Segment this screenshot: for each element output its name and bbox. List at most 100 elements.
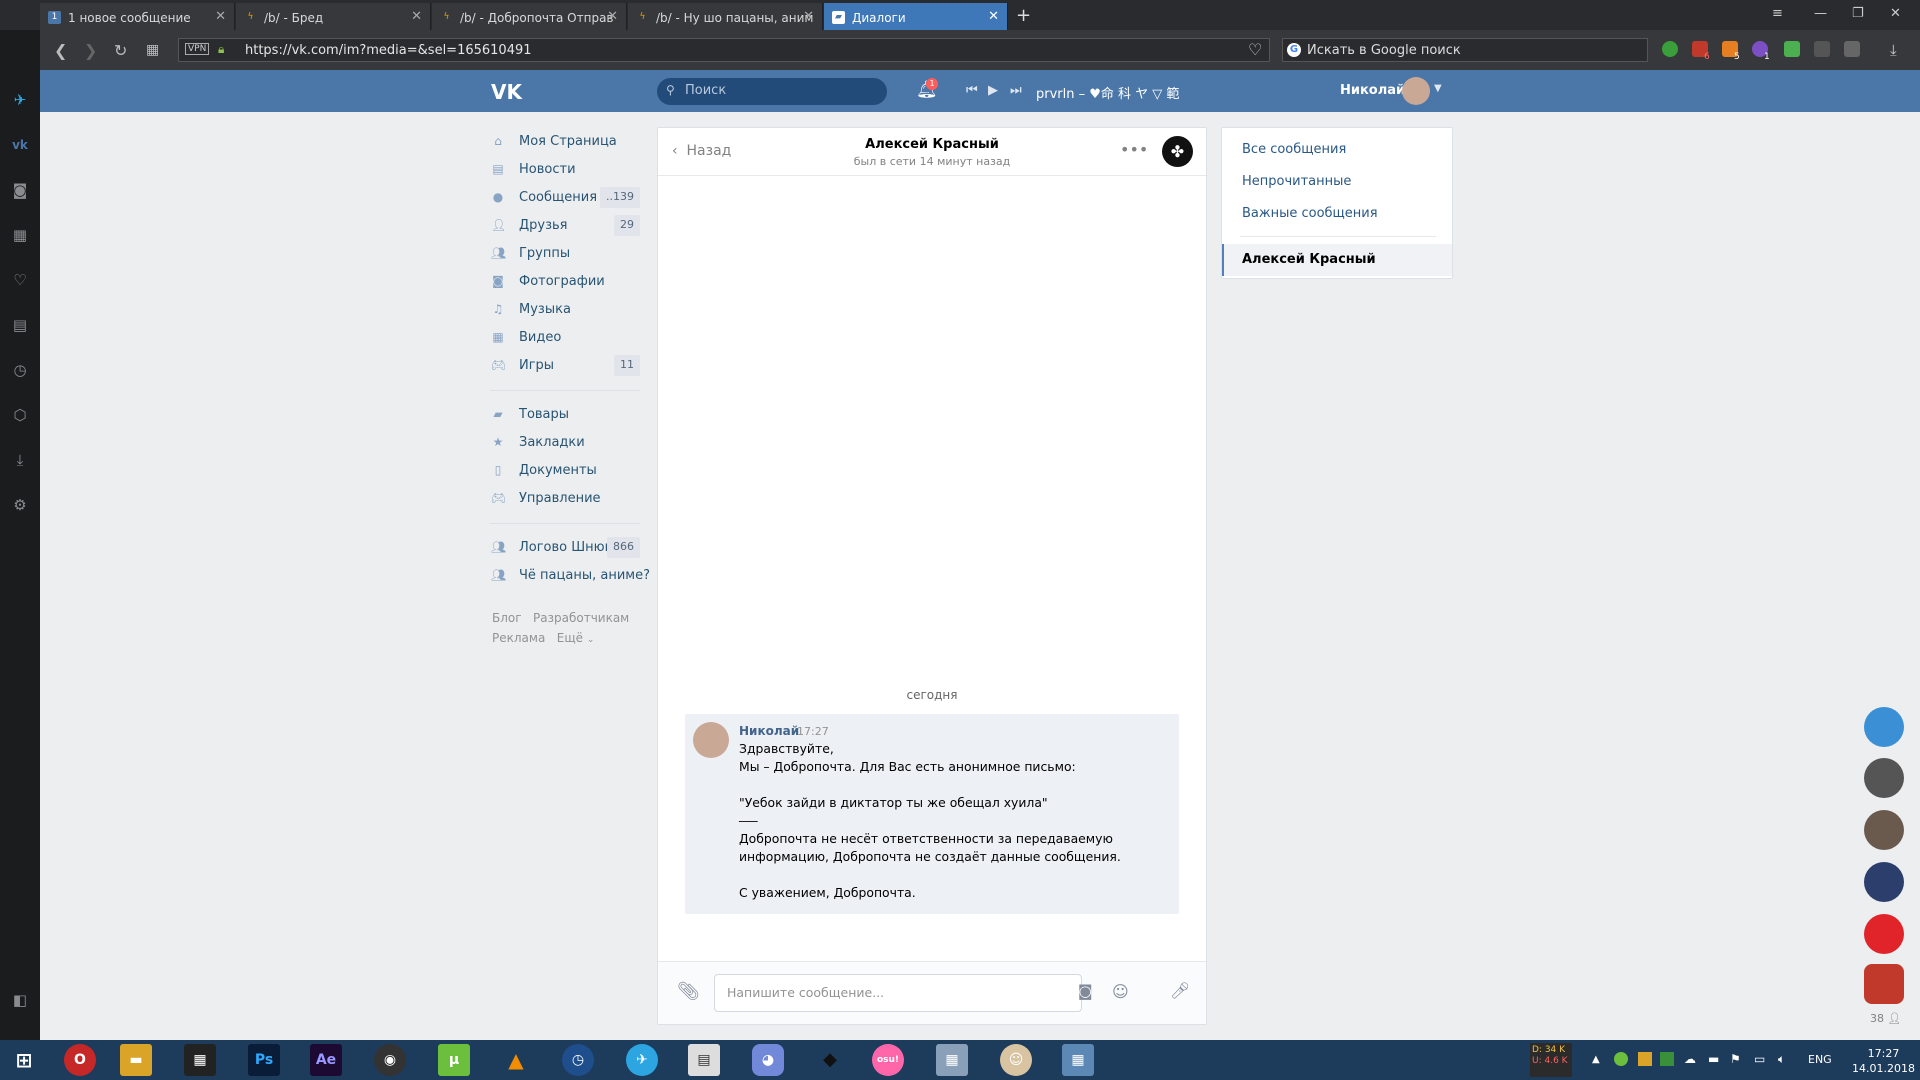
menu-item-friends[interactable]: 👤︎ Друзья 29 xyxy=(490,212,640,240)
message-avatar[interactable] xyxy=(693,722,729,758)
header-avatar[interactable] xyxy=(1402,77,1430,105)
extension-refresh-icon[interactable] xyxy=(1662,41,1678,57)
next-track-icon[interactable]: ⏭ xyxy=(1010,83,1022,98)
downloads-toolbar-icon[interactable]: ⤓ xyxy=(1890,41,1906,59)
minimize-icon[interactable]: — xyxy=(1814,6,1827,21)
footer-link-ads[interactable]: Реклама xyxy=(492,631,545,645)
browser-tab[interactable]: ϟ /b/ - Добропочта Отправ ✕ xyxy=(432,3,627,30)
tray-network-icon[interactable]: ▭ xyxy=(1754,1052,1765,1066)
footer-link-developers[interactable]: Разработчикам xyxy=(533,611,629,625)
message-item[interactable]: Николай 17:27 Здравствуйте, Мы – Добропо… xyxy=(685,714,1179,914)
play-icon[interactable]: ▶ xyxy=(988,83,998,98)
bookmark-heart-icon[interactable]: ♡ xyxy=(1248,40,1262,59)
taskbar-app-icon[interactable]: ▦ xyxy=(936,1044,968,1076)
menu-item-photos[interactable]: ◙ Фотографии xyxy=(490,268,640,296)
taskbar-app-icon[interactable]: ☺ xyxy=(1000,1044,1032,1076)
tray-app-icon[interactable] xyxy=(1638,1052,1652,1066)
browser-tab-active[interactable]: ▰ Диалоги ✕ xyxy=(824,3,1008,30)
taskbar-opera-icon[interactable]: O xyxy=(64,1044,96,1076)
reload-icon[interactable]: ↻ xyxy=(114,41,127,60)
microphone-icon[interactable]: 🎤︎ xyxy=(1170,981,1190,1000)
close-icon[interactable]: ✕ xyxy=(607,9,618,24)
tray-clock[interactable]: 17:27 14.01.2018 xyxy=(1852,1046,1915,1076)
browser-tab[interactable]: ϟ /b/ - Бред ✕ xyxy=(236,3,431,30)
tray-language[interactable]: ENG xyxy=(1808,1053,1832,1066)
tab-grid-icon[interactable]: ▦ xyxy=(146,42,159,58)
history-icon[interactable]: ◷ xyxy=(10,360,30,380)
settings-icon[interactable]: ⚙ xyxy=(10,495,30,515)
tab-menu-icon[interactable]: ≡ xyxy=(1772,6,1783,21)
active-dialog-item[interactable]: Алексей Красный xyxy=(1222,244,1452,276)
filter-unread[interactable]: Непрочитанные xyxy=(1242,174,1351,189)
taskbar-app-icon[interactable]: ◆ xyxy=(814,1044,846,1076)
vk-logo-icon[interactable]: VK xyxy=(491,80,522,104)
extension-s-icon[interactable] xyxy=(1814,41,1830,57)
message-input[interactable]: Напишите сообщение... xyxy=(714,974,1082,1012)
extensions-icon[interactable]: ⬡ xyxy=(10,405,30,425)
taskbar-clock-icon[interactable]: ◷ xyxy=(562,1044,594,1076)
taskbar-vlc-icon[interactable]: ▲ xyxy=(500,1044,532,1076)
back-icon[interactable]: ❮ xyxy=(54,41,67,60)
menu-item-community[interactable]: 👥︎ Логово Шнюка 866 xyxy=(490,534,640,562)
vk-icon[interactable]: vk xyxy=(10,135,30,155)
taskbar-discord-icon[interactable]: ◕ xyxy=(752,1044,784,1076)
camera-snapshot-icon[interactable]: ◙ xyxy=(10,180,30,200)
taskbar-telegram-icon[interactable]: ✈ xyxy=(626,1044,658,1076)
close-icon[interactable]: ✕ xyxy=(988,9,999,24)
menu-item-games[interactable]: 🎮︎ Игры 11 xyxy=(490,352,640,380)
menu-item-documents[interactable]: ▯ Документы xyxy=(490,457,640,485)
vk-messenger-icon[interactable] xyxy=(1864,707,1904,747)
chevron-down-icon[interactable]: ▼ xyxy=(1434,83,1442,94)
filter-important[interactable]: Важные сообщения xyxy=(1242,206,1378,221)
tray-app-icon[interactable] xyxy=(1660,1052,1674,1066)
sidebar-toggle-icon[interactable]: ◧ xyxy=(10,990,30,1010)
taskbar-utorrent-icon[interactable]: µ xyxy=(438,1044,470,1076)
more-actions-icon[interactable]: ••• xyxy=(1120,140,1148,159)
forward-icon[interactable]: ❯ xyxy=(84,41,97,60)
message-author[interactable]: Николай xyxy=(739,724,799,738)
close-icon[interactable]: ✕ xyxy=(215,9,226,24)
tray-overflow-icon[interactable]: ▲ xyxy=(1592,1054,1600,1065)
new-tab-button[interactable]: + xyxy=(1016,5,1031,26)
google-search-input[interactable]: G Искать в Google поиск xyxy=(1282,38,1648,62)
vpn-badge[interactable]: VPN xyxy=(185,43,210,55)
menu-item-community[interactable]: 👥︎ Чё пацаны, аниме? xyxy=(490,562,650,590)
telegram-icon[interactable]: ✈ xyxy=(10,90,30,110)
chat-avatar[interactable] xyxy=(1864,964,1904,1004)
tray-utorrent-icon[interactable] xyxy=(1614,1052,1628,1066)
taskbar-obs-icon[interactable]: ◉ xyxy=(374,1044,406,1076)
close-icon[interactable]: ✕ xyxy=(411,9,422,24)
taskbar-osu-icon[interactable]: osu! xyxy=(872,1044,904,1076)
emoji-icon[interactable]: ☺ xyxy=(1112,982,1129,1001)
footer-link-more[interactable]: Ещё xyxy=(557,631,583,645)
chat-avatar[interactable] xyxy=(1864,810,1904,850)
peer-avatar[interactable]: ✤ xyxy=(1162,136,1193,167)
prev-track-icon[interactable]: ⏮ xyxy=(966,83,978,98)
filter-all-messages[interactable]: Все сообщения xyxy=(1242,142,1346,157)
extension-shield-icon[interactable] xyxy=(1844,41,1860,57)
windows-start-icon[interactable]: ⊞ xyxy=(8,1044,40,1076)
menu-item-my-page[interactable]: ⌂ Моя Страница xyxy=(490,128,640,156)
taskbar-aftereffects-icon[interactable]: Ae xyxy=(310,1044,342,1076)
menu-item-video[interactable]: ▦ Видео xyxy=(490,324,640,352)
tray-volume-icon[interactable]: 🔈︎ xyxy=(1778,1052,1785,1067)
taskbar-app-icon[interactable]: ▤ xyxy=(688,1044,720,1076)
news-icon[interactable]: ▤ xyxy=(10,315,30,335)
camera-icon[interactable]: ◙ xyxy=(1078,982,1093,1000)
taskbar-photoshop-icon[interactable]: Ps xyxy=(248,1044,280,1076)
tray-flag-icon[interactable]: ⚑ xyxy=(1730,1052,1741,1066)
vk-search-input[interactable]: ⚲ Поиск xyxy=(657,78,887,105)
close-icon[interactable]: ✕ xyxy=(803,9,814,24)
chat-avatar[interactable] xyxy=(1864,914,1904,954)
tray-app-icon[interactable]: ▬ xyxy=(1708,1052,1719,1066)
url-input[interactable]: https://vk.com/im?media=&sel=165610491 xyxy=(178,38,1270,62)
menu-item-bookmarks[interactable]: ★ Закладки xyxy=(490,429,640,457)
online-friends-count[interactable]: 38 👤︎ xyxy=(1870,1012,1901,1025)
tray-onedrive-icon[interactable]: ☁ xyxy=(1684,1052,1696,1066)
menu-item-messages[interactable]: ● Сообщения ..139 xyxy=(490,184,640,212)
menu-item-groups[interactable]: 👥︎ Группы xyxy=(490,240,640,268)
chat-avatar[interactable] xyxy=(1864,758,1904,798)
message-time[interactable]: 17:27 xyxy=(797,725,829,738)
taskbar-app-icon[interactable]: ▦ xyxy=(1062,1044,1094,1076)
now-playing-title[interactable]: prvrln – ♥命 科 ヤ ▽ 範 xyxy=(1036,83,1179,102)
